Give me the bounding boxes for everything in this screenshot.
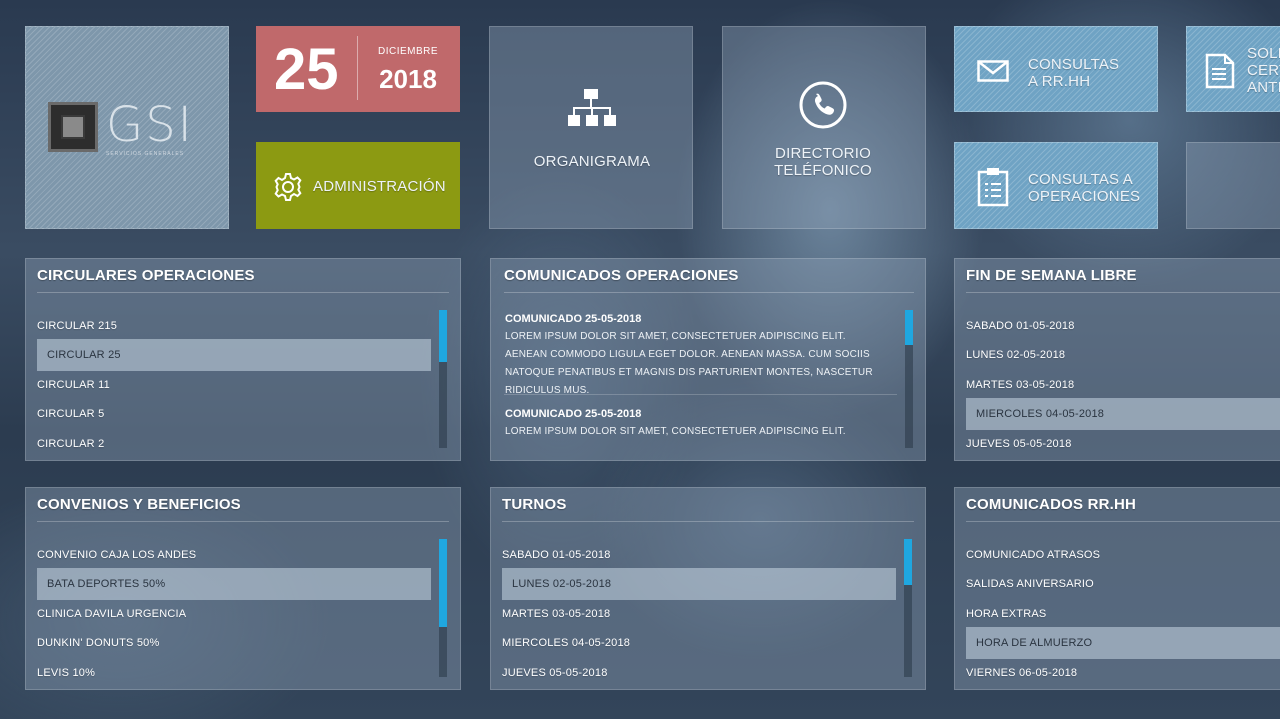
logo-mark [48,102,98,152]
solicitud-tile[interactable]: SOLIC CERT ANTI [1186,26,1280,112]
list-item-selected[interactable]: HORA DE ALMUERZO [966,627,1280,659]
list-item[interactable]: LUNES 02-05-2018 [966,349,1065,361]
empty-tile[interactable] [1186,142,1280,229]
list-item[interactable]: JUEVES 05-05-2018 [966,438,1072,450]
logo-subtitle: SERVICIOS GENERALES [106,151,185,157]
divider [502,521,914,522]
scrollbar[interactable] [439,539,447,677]
list-item[interactable]: LEVIS 10% [37,667,95,679]
list-item[interactable]: SABADO 01-05-2018 [966,320,1075,332]
directorio-tile[interactable]: DIRECTORIO TELÉFONICO [722,26,926,229]
list-item[interactable]: CIRCULAR 2 [37,438,104,450]
organigrama-tile[interactable]: ORGANIGRAMA [489,26,693,229]
list-item-selected[interactable]: BATA DEPORTES 50% [37,568,431,600]
admin-label: ADMINISTRACIÓN [313,178,446,195]
directorio-label-line2: TELÉFONICO [774,162,872,179]
list-item[interactable]: JUEVES 05-05-2018 [502,667,608,679]
logo-tile: GSI SERVICIOS GENERALES [25,26,229,229]
document-icon [1205,53,1235,89]
consultas-ops-tile[interactable]: CONSULTAS A OPERACIONES [954,142,1158,229]
scrollbar-thumb[interactable] [904,539,912,585]
list-item[interactable]: CIRCULAR 11 [37,379,110,391]
list-item-selected[interactable]: CIRCULAR 25 [37,339,431,371]
panel-title: CONVENIOS Y BENEFICIOS [37,496,241,513]
gear-icon [274,173,302,201]
list-item[interactable]: VIERNES 06-05-2018 [966,667,1077,679]
panel-title: COMUNICADOS RR.HH [966,496,1137,513]
organigrama-label: ORGANIGRAMA [533,153,651,170]
scrollbar-thumb[interactable] [905,310,913,345]
clipboard-icon [977,168,1009,207]
mail-icon [977,60,1009,82]
divider [504,292,914,293]
date-separator [357,36,358,100]
divider [37,292,449,293]
divider [966,292,1280,293]
scrollbar[interactable] [439,310,447,448]
list-item[interactable]: HORA EXTRAS [966,608,1046,620]
date-tile: 25 DICIEMBRE 2018 [256,26,460,112]
comunicados-ops-panel: COMUNICADOS OPERACIONES COMUNICADO 25-05… [490,258,926,461]
list-item[interactable]: CLINICA DAVILA URGENCIA [37,608,186,620]
list-item[interactable]: SABADO 01-05-2018 [502,549,611,561]
comunicado-body: LOREM IPSUM DOLOR SIT AMET, CONSECTETUER… [505,331,873,396]
panel-title: COMUNICADOS OPERACIONES [504,267,739,284]
consultas-ops-line2: OPERACIONES [1028,188,1141,205]
turnos-panel: TURNOS SABADO 01-05-2018 LUNES 02-05-201… [490,487,926,690]
comunicado-title[interactable]: COMUNICADO 25-05-2018 [505,408,641,420]
consultas-rrhh-line2: A RR.HH [1028,73,1091,90]
panel-title: FIN DE SEMANA LIBRE [966,267,1137,284]
divider [504,394,897,395]
list-item[interactable]: MIERCOLES 04-05-2018 [502,637,630,649]
divider [37,521,449,522]
org-chart-icon [568,89,616,126]
solicitud-line3: ANTI [1247,79,1280,96]
list-item[interactable]: CIRCULAR 215 [37,320,117,332]
logo-text: GSI [106,97,194,153]
circulares-panel: CIRCULARES OPERACIONES CIRCULAR 215 CIRC… [25,258,461,461]
comunicados-rrhh-panel: COMUNICADOS RR.HH COMUNICADO ATRASOS SAL… [954,487,1280,690]
consultas-rrhh-tile[interactable]: CONSULTAS A RR.HH [954,26,1158,112]
panel-title: TURNOS [502,496,567,513]
scrollbar[interactable] [905,310,913,448]
list-item-selected[interactable]: LUNES 02-05-2018 [502,568,896,600]
list-item-selected[interactable]: MIERCOLES 04-05-2018 [966,398,1280,430]
convenios-panel: CONVENIOS Y BENEFICIOS CONVENIO CAJA LOS… [25,487,461,690]
admin-tile[interactable]: ADMINISTRACIÓN [256,142,460,229]
consultas-ops-line1: CONSULTAS A [1028,171,1134,188]
scrollbar[interactable] [904,539,912,677]
consultas-rrhh-line1: CONSULTAS [1028,56,1120,73]
date-day: 25 [274,37,339,102]
solicitud-line2: CERT [1247,62,1280,79]
solicitud-line1: SOLIC [1247,45,1280,62]
list-item[interactable]: CONVENIO CAJA LOS ANDES [37,549,196,561]
comunicado-title[interactable]: COMUNICADO 25-05-2018 [505,313,641,325]
directorio-label-line1: DIRECTORIO [775,145,871,162]
list-item[interactable]: COMUNICADO ATRASOS [966,549,1100,561]
date-month: DICIEMBRE [377,46,439,57]
list-item[interactable]: CIRCULAR 5 [37,408,104,420]
list-item[interactable]: MARTES 03-05-2018 [966,379,1074,391]
panel-title: CIRCULARES OPERACIONES [37,267,255,284]
list-item[interactable]: MARTES 03-05-2018 [502,608,610,620]
list-item[interactable]: DUNKIN' DONUTS 50% [37,637,159,649]
list-item[interactable]: SALIDAS ANIVERSARIO [966,578,1094,590]
divider [966,521,1280,522]
date-year: 2018 [379,64,437,94]
scrollbar-thumb[interactable] [439,539,447,627]
comunicado-body: LOREM IPSUM DOLOR SIT AMET, CONSECTETUER… [505,426,846,437]
fin-semana-panel: FIN DE SEMANA LIBRE SABADO 01-05-2018 LU… [954,258,1280,461]
scrollbar-thumb[interactable] [439,310,447,362]
phone-icon [799,81,847,129]
